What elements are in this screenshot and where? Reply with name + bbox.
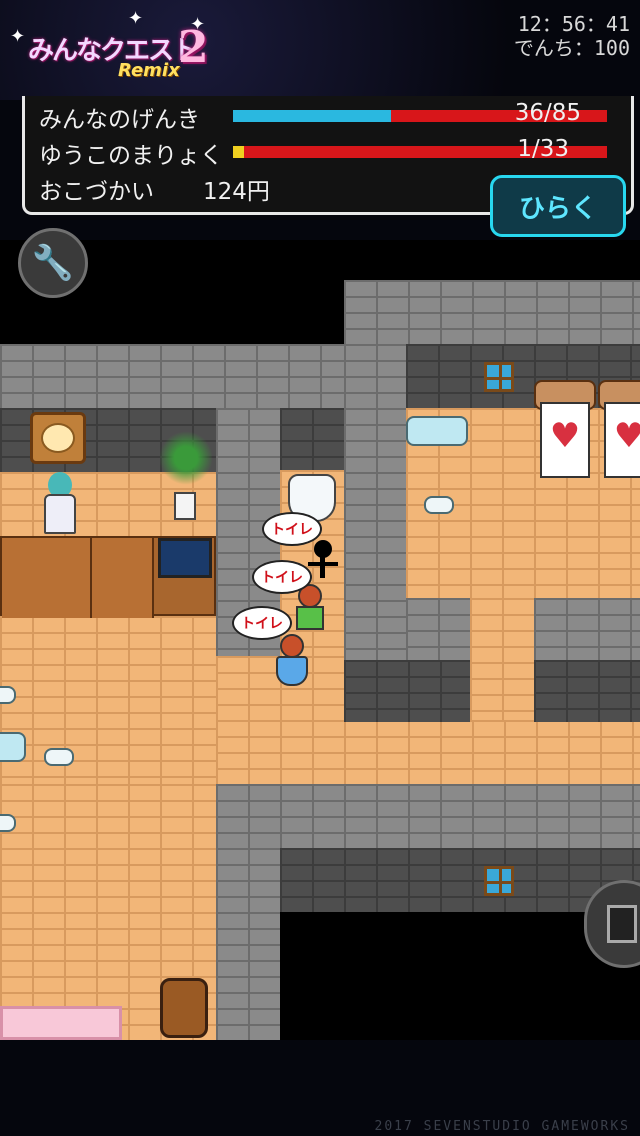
wall bbox=[280, 848, 640, 912]
wall bbox=[406, 598, 470, 660]
speech-bubble: トイレ bbox=[232, 606, 292, 640]
hp-bar-fill bbox=[233, 110, 392, 122]
sheep-icon bbox=[41, 423, 75, 453]
table bbox=[0, 732, 26, 762]
clock-time: 12：56：41 bbox=[517, 12, 630, 36]
battery-level: でんち：100 bbox=[513, 36, 630, 60]
wrench-icon: 🔧 bbox=[31, 243, 75, 283]
potted-plant bbox=[156, 430, 216, 530]
mp-label: ゆうこのまりょく bbox=[39, 143, 223, 169]
stool bbox=[0, 686, 16, 704]
top-bar: ✦ ✦ ✦ みんなクエスト 2 Remix 12：56：41 でんち：100 bbox=[0, 0, 640, 100]
settings-button[interactable]: 🔧 bbox=[18, 228, 88, 298]
money-value: 124円 bbox=[203, 179, 270, 205]
heart-icon: ♥ bbox=[604, 402, 640, 478]
shop-sign[interactable] bbox=[30, 412, 86, 464]
floor bbox=[216, 720, 640, 784]
status-readout: 12：56：41 でんち：100 bbox=[514, 12, 630, 60]
sparkle-icon: ✦ bbox=[128, 8, 144, 29]
character-boy bbox=[292, 584, 328, 640]
heart-icon: ♥ bbox=[540, 402, 590, 478]
hp-label: みんなのげんき bbox=[39, 107, 200, 133]
hp-value: 36/85 bbox=[514, 100, 581, 126]
speech-bubble: トイレ bbox=[252, 560, 312, 594]
mp-value: 1/33 bbox=[517, 136, 569, 162]
wall bbox=[280, 408, 344, 470]
window bbox=[484, 866, 514, 896]
barrel[interactable] bbox=[160, 978, 208, 1038]
window bbox=[484, 362, 514, 392]
wall bbox=[216, 784, 640, 848]
game-map[interactable]: ♥ ♥ トイレ トイレ トイレ bbox=[0, 240, 640, 1040]
logo-subtitle: Remix bbox=[118, 60, 180, 81]
sparkle-icon: ✦ bbox=[10, 26, 26, 47]
stool bbox=[424, 496, 454, 514]
open-button[interactable]: ひらく bbox=[490, 175, 626, 237]
bed[interactable]: ♥ bbox=[598, 380, 640, 490]
wall bbox=[216, 848, 280, 1040]
device-icon bbox=[607, 905, 637, 943]
wall bbox=[344, 280, 640, 344]
game-logo: ✦ ✦ ✦ みんなクエスト 2 Remix bbox=[10, 8, 210, 88]
wall bbox=[534, 598, 640, 660]
stool bbox=[44, 748, 74, 766]
stool bbox=[0, 814, 16, 832]
money-label: おこづかい bbox=[39, 179, 154, 205]
bed[interactable]: ♥ bbox=[534, 380, 596, 490]
wall bbox=[344, 660, 470, 722]
wall bbox=[534, 660, 640, 722]
speech-bubble: トイレ bbox=[262, 512, 322, 546]
computer-monitor[interactable] bbox=[158, 538, 212, 578]
floor bbox=[470, 598, 534, 720]
mp-bar-fill bbox=[233, 146, 245, 158]
table bbox=[406, 416, 468, 446]
shopkeeper-npc[interactable] bbox=[40, 472, 80, 534]
rug bbox=[0, 1006, 122, 1040]
copyright-text: 2017 SEVENSTUDIO GAMEWORKS bbox=[374, 1119, 630, 1134]
character-girl bbox=[270, 634, 314, 690]
wall bbox=[0, 344, 344, 408]
logo-number: 2 bbox=[178, 22, 209, 73]
